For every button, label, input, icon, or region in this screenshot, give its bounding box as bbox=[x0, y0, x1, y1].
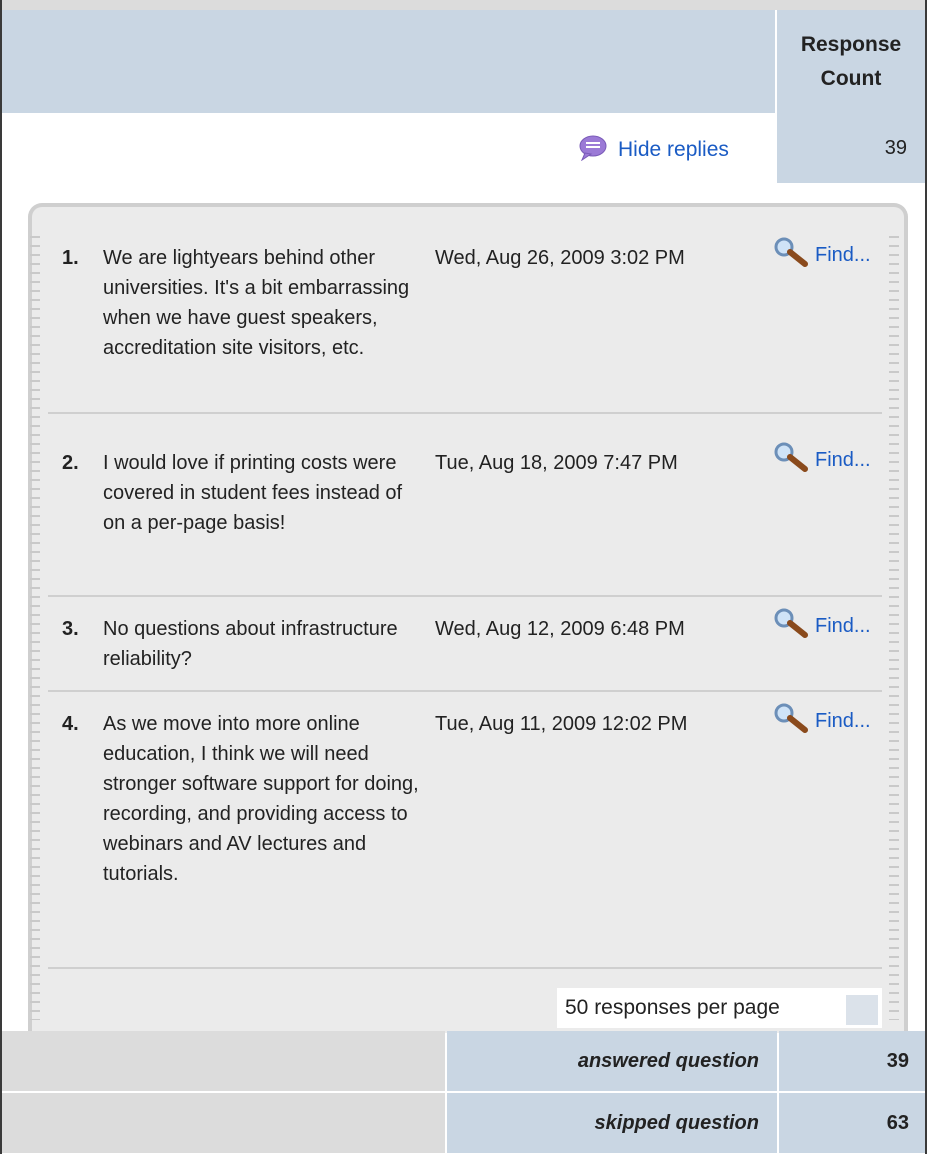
hide-replies-label: Hide replies bbox=[618, 138, 729, 161]
answered-row: answered question 39 bbox=[2, 1031, 925, 1091]
reply-date: Tue, Aug 11, 2009 12:02 PM bbox=[435, 713, 688, 735]
find-link[interactable]: Find... bbox=[773, 608, 871, 643]
reply-divider bbox=[48, 690, 882, 692]
find-label: Find... bbox=[815, 709, 871, 732]
per-page-select[interactable]: 50 responses per page bbox=[557, 988, 882, 1028]
hide-replies-link[interactable]: Hide replies bbox=[578, 132, 729, 168]
magnifier-icon bbox=[773, 237, 809, 272]
skipped-label: skipped question bbox=[447, 1093, 777, 1153]
reply-text: I would love if printing costs were cove… bbox=[103, 452, 403, 534]
find-link[interactable]: Find... bbox=[773, 237, 871, 272]
reply-number: 2. bbox=[62, 452, 79, 474]
reply-number: 3. bbox=[62, 618, 79, 640]
find-label: Find... bbox=[815, 614, 871, 637]
answered-left-cell bbox=[2, 1031, 445, 1091]
speech-bubble-icon bbox=[578, 135, 608, 166]
reply-divider bbox=[48, 412, 882, 414]
response-count-header: Response Count bbox=[800, 32, 902, 90]
reply-text: We are lightyears behind other universit… bbox=[103, 247, 410, 359]
reply-text: As we move into more online education, I… bbox=[103, 713, 419, 885]
top-strip bbox=[2, 0, 925, 10]
find-label: Find... bbox=[815, 243, 871, 266]
find-label: Find... bbox=[815, 448, 871, 471]
dropdown-arrow-icon bbox=[846, 995, 878, 1025]
reply-divider bbox=[48, 967, 882, 969]
skipped-row: skipped question 63 bbox=[2, 1093, 925, 1153]
skipped-value: 63 bbox=[779, 1093, 925, 1153]
reply-divider bbox=[48, 595, 882, 597]
reply-number: 4. bbox=[62, 713, 79, 735]
magnifier-icon bbox=[773, 703, 809, 738]
panel-edge-left bbox=[30, 236, 40, 1020]
reply-number: 1. bbox=[62, 247, 79, 269]
reply-date: Wed, Aug 26, 2009 3:02 PM bbox=[435, 247, 685, 269]
answered-value: 39 bbox=[779, 1031, 925, 1091]
panel-edge-right bbox=[889, 236, 899, 1020]
find-link[interactable]: Find... bbox=[773, 703, 871, 738]
reply-text: No questions about infrastructure reliab… bbox=[103, 618, 398, 670]
magnifier-icon bbox=[773, 608, 809, 643]
reply-date: Wed, Aug 12, 2009 6:48 PM bbox=[435, 618, 685, 640]
find-link[interactable]: Find... bbox=[773, 442, 871, 477]
per-page-label: 50 responses per page bbox=[565, 996, 780, 1019]
reply-date: Tue, Aug 18, 2009 7:47 PM bbox=[435, 452, 678, 474]
response-count-value: 39 bbox=[777, 113, 925, 183]
magnifier-icon bbox=[773, 442, 809, 477]
answered-label: answered question bbox=[447, 1031, 777, 1091]
skipped-left-cell bbox=[2, 1093, 445, 1153]
